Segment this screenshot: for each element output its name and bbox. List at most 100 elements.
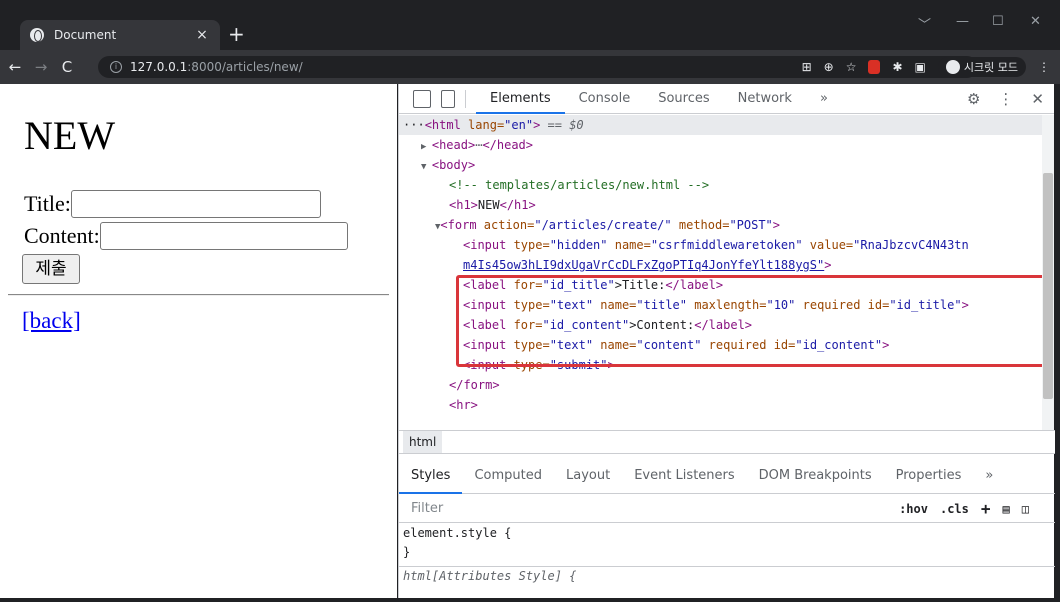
tab-elements[interactable]: Elements [476,84,565,114]
tag: <html [424,118,469,132]
content-input[interactable] [99,222,348,250]
forward-arrow-icon[interactable]: → [30,58,52,76]
devtools-menu-icon[interactable]: ⋮ [998,90,1013,108]
attr: lang= [468,118,505,132]
globe-icon [30,28,44,42]
tab-search-icon[interactable]: ﹀ [918,14,931,33]
incognito-icon [945,60,960,74]
tag: </head> [482,138,534,152]
more-styles-tabs[interactable]: » [973,458,1005,494]
device-toggle-icon[interactable] [441,89,455,108]
tag: <head> [431,138,476,152]
tab-close-icon[interactable]: × [194,27,210,43]
breadcrumb-html[interactable]: html [403,431,443,453]
separator [465,89,466,108]
rule-attributes-style[interactable]: html[Attributes Style] { [399,567,1055,586]
browser-tab-bar: Document × + ﹀ — ☐ ✕ [0,0,1060,50]
page-viewport: NEW Title: Content: 제출 [back] [0,84,397,598]
close-window-button[interactable]: ✕ [1030,14,1041,29]
dom-node-body[interactable]: ▼ <body> [421,155,475,175]
rule-close: } [403,545,411,559]
highlight-box [456,275,1043,367]
dom-node-hr[interactable]: <hr> [449,395,478,415]
dom-node-form-close[interactable]: </form> [449,375,500,395]
submit-button[interactable]: 제출 [22,254,80,284]
dom-node-csrf-cont[interactable]: m4Is45ow3hLI9dxUgaVrCcDLFxZgoPTIq4JonYfe… [463,255,831,275]
translate-icon[interactable]: ⊞ [802,60,812,74]
val: "/articles/create/" [534,218,672,232]
title-row: Title: [24,190,321,218]
title-input[interactable] [70,190,321,218]
collapse-triangle-icon[interactable]: ▼ [421,162,432,172]
val: "POST" [729,218,773,232]
attr: type= [513,238,550,252]
dom-node-head[interactable]: ▶ <head>⋯</head> [421,135,533,155]
new-rule-button[interactable]: + [981,499,991,518]
cls-toggle[interactable]: .cls [940,502,969,516]
dom-comment[interactable]: <!-- templates/articles/new.html --> [449,175,709,195]
inspect-icon[interactable] [413,89,431,108]
back-link[interactable]: [back] [22,308,81,334]
hov-toggle[interactable]: :hov [899,502,928,516]
incognito-badge[interactable]: 시크릿 모드 [937,57,1026,77]
tab-sources[interactable]: Sources [644,84,723,114]
site-info-icon[interactable]: i [110,61,122,73]
breadcrumb: html [399,430,1055,454]
elements-scrollbar[interactable] [1042,115,1054,430]
maximize-button[interactable]: ☐ [992,14,1004,29]
tab-dom-breakpoints[interactable]: DOM Breakpoints [747,458,884,494]
selected-ref: == $0 [540,118,584,132]
dom-node-h1[interactable]: <h1>NEW</h1> [449,195,536,215]
attr: value= [802,238,854,252]
tab-network[interactable]: Network [724,84,806,114]
more-tabs-button[interactable]: » [806,84,842,114]
side-panel-icon[interactable]: ▣ [915,60,926,74]
title-label: Title: [24,191,71,216]
tab-layout[interactable]: Layout [554,458,622,494]
tab-console[interactable]: Console [565,84,645,114]
expand-triangle-icon[interactable]: ▶ [421,142,432,152]
tag: <h1> [449,198,478,212]
tab-styles[interactable]: Styles [399,458,463,494]
text: NEW [477,198,500,212]
dom-node-csrf-input[interactable]: <input type="hidden" name="csrfmiddlewar… [463,235,969,255]
url-host: 127.0.0.1 [130,60,188,74]
rule-element-style[interactable]: element.style { [399,524,1055,543]
paint-icon[interactable]: ▤ [1003,502,1010,516]
zoom-icon[interactable]: ⊕ [824,60,834,74]
reload-icon[interactable]: C [56,58,78,76]
attr: method= [671,218,730,232]
content-label: Content: [24,223,100,248]
back-arrow-icon[interactable]: ← [4,58,26,76]
tag: <body> [431,158,476,172]
styles-filter-input[interactable]: Filter [411,501,899,516]
attr: action= [483,218,535,232]
menu-icon[interactable]: ⋮ [1038,60,1050,74]
tab-computed[interactable]: Computed [462,458,554,494]
tag: > [824,258,832,272]
tab-event-listeners[interactable]: Event Listeners [622,458,746,494]
scroll-thumb[interactable] [1043,173,1053,399]
new-tab-button[interactable]: + [228,22,245,46]
close-devtools-icon[interactable]: ✕ [1031,90,1044,108]
tag: <form [440,218,484,232]
tab-title: Document [54,28,117,42]
star-icon[interactable]: ☆ [846,60,857,74]
sidebar-toggle-icon[interactable]: ◫ [1022,502,1029,516]
ublock-icon[interactable] [868,60,881,74]
incognito-label: 시크릿 모드 [963,61,1018,74]
toolbar-icons: ⊞ ⊕ ☆ ✱ ▣ 시크릿 모드 ⋮ [802,56,1050,78]
elements-tree[interactable]: ···<html lang="en"> == $0 ▶ <head>⋯</hea… [399,115,1043,430]
tag: > [772,218,781,232]
browser-tab[interactable]: Document × [20,20,220,50]
dom-node-form[interactable]: ▼<form action="/articles/create/" method… [435,215,780,235]
content-row: Content: [24,222,348,250]
settings-gear-icon[interactable]: ⚙ [967,90,980,108]
devtools-tabs: Elements Console Sources Network » ⚙ ⋮ ✕ [399,84,1054,114]
minimize-button[interactable]: — [956,14,969,29]
extensions-icon[interactable]: ✱ [892,60,902,74]
dom-node-html[interactable]: ···<html lang="en"> == $0 [399,115,1043,135]
tab-properties[interactable]: Properties [884,458,974,494]
val: "RnaJbzcvC4N43tn [853,238,969,252]
attr: name= [607,238,651,252]
